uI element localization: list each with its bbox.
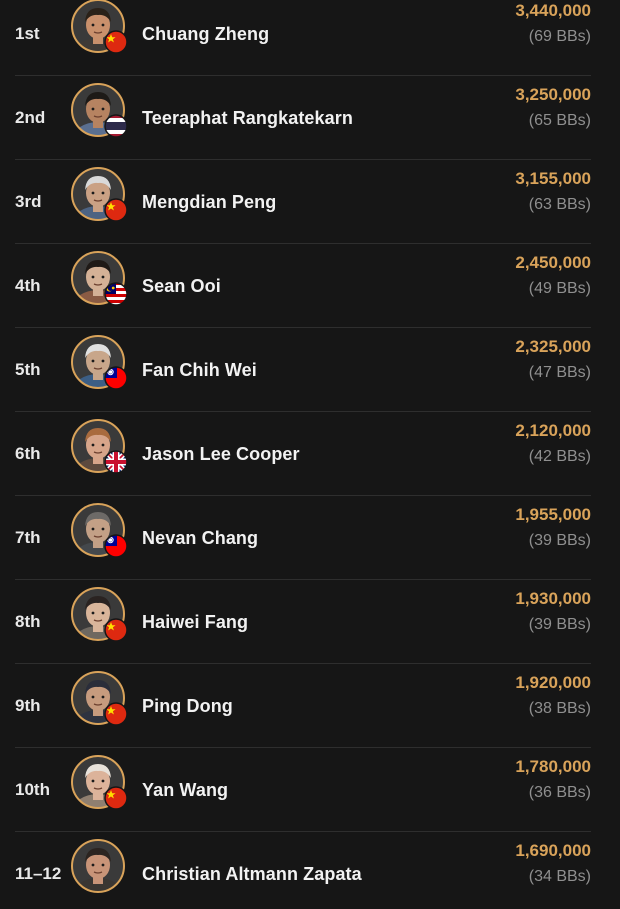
player-rank: 9th bbox=[15, 696, 41, 715]
player-rank: 1st bbox=[15, 24, 40, 43]
player-name[interactable]: Christian Altmann Zapata bbox=[142, 832, 362, 909]
big-blinds-count: (65 BBs) bbox=[528, 112, 591, 129]
chip-count: 2,120,000 bbox=[515, 421, 591, 440]
big-blinds-count: (69 BBs) bbox=[528, 28, 591, 45]
player-rank: 3rd bbox=[15, 192, 42, 211]
big-blinds-count: (63 BBs) bbox=[528, 196, 591, 213]
taiwan-flag-icon bbox=[104, 366, 128, 390]
player-row[interactable]: 7th Nevan Chang 1,955,000 (39 BBs) bbox=[0, 496, 620, 580]
player-row[interactable]: 10th Yan Wang 1,780,000 (36 BBs) bbox=[0, 748, 620, 832]
player-name[interactable]: Ping Dong bbox=[142, 664, 233, 748]
chip-counts-board: 1st Chuang Zheng 3,440,000 (69 BBs) 2nd Teera… bbox=[0, 0, 620, 909]
player-avatar[interactable] bbox=[70, 418, 128, 474]
chip-count: 1,690,000 bbox=[515, 841, 591, 860]
player-name[interactable]: Yan Wang bbox=[142, 748, 228, 832]
thailand-flag-icon bbox=[104, 114, 128, 138]
player-rank: 4th bbox=[15, 276, 41, 295]
player-rank: 8th bbox=[15, 612, 41, 631]
chip-count: 2,325,000 bbox=[515, 337, 591, 356]
player-rank: 10th bbox=[15, 780, 50, 799]
chip-count: 3,250,000 bbox=[515, 85, 591, 104]
player-name[interactable]: Teeraphat Rangkatekarn bbox=[142, 76, 353, 160]
player-avatar[interactable] bbox=[70, 754, 128, 810]
chip-count: 1,920,000 bbox=[515, 673, 591, 692]
player-avatar[interactable] bbox=[70, 334, 128, 390]
player-name[interactable]: Haiwei Fang bbox=[142, 580, 248, 664]
taiwan-flag-icon bbox=[104, 534, 128, 558]
player-avatar[interactable] bbox=[70, 502, 128, 558]
player-name[interactable]: Chuang Zheng bbox=[142, 0, 269, 76]
player-rank: 5th bbox=[15, 360, 41, 379]
player-rank: 2nd bbox=[15, 108, 46, 127]
player-avatar[interactable] bbox=[70, 82, 128, 138]
player-avatar[interactable] bbox=[70, 586, 128, 642]
player-row[interactable]: 11–12 Christian Altmann Zapata 1,690,000 (3… bbox=[0, 832, 620, 909]
player-avatar[interactable] bbox=[70, 838, 126, 894]
player-row[interactable]: 2nd Teeraphat Rangkatekarn 3,250,000 (65 BB… bbox=[0, 76, 620, 160]
player-name[interactable]: Mengdian Peng bbox=[142, 160, 276, 244]
chip-count: 3,155,000 bbox=[515, 169, 591, 188]
big-blinds-count: (47 BBs) bbox=[528, 364, 591, 381]
china-flag-icon bbox=[104, 786, 128, 810]
player-row[interactable]: 8th Haiwei Fang 1,930,000 (39 BBs) bbox=[0, 580, 620, 664]
player-row[interactable]: 4th Sean Ooi 2,450,000 (49 BBs) bbox=[0, 244, 620, 328]
malaysia-flag-icon bbox=[104, 282, 128, 306]
avatar-photo bbox=[71, 839, 125, 893]
chip-count: 2,450,000 bbox=[515, 253, 591, 272]
player-row[interactable]: 9th Ping Dong 1,920,000 (38 BBs) bbox=[0, 664, 620, 748]
player-avatar[interactable] bbox=[70, 670, 128, 726]
player-row[interactable]: 1st Chuang Zheng 3,440,000 (69 BBs) bbox=[0, 0, 620, 76]
player-name[interactable]: Fan Chih Wei bbox=[142, 328, 257, 412]
player-rank: 6th bbox=[15, 444, 41, 463]
chip-count: 1,780,000 bbox=[515, 757, 591, 776]
big-blinds-count: (34 BBs) bbox=[528, 868, 591, 885]
chip-count: 3,440,000 bbox=[515, 1, 591, 20]
uk-flag-icon bbox=[104, 450, 128, 474]
player-row[interactable]: 5th Fan Chih Wei 2,325,000 (47 BBs) bbox=[0, 328, 620, 412]
player-avatar[interactable] bbox=[70, 0, 128, 54]
big-blinds-count: (49 BBs) bbox=[528, 280, 591, 297]
player-name[interactable]: Sean Ooi bbox=[142, 244, 221, 328]
china-flag-icon bbox=[104, 198, 128, 222]
china-flag-icon bbox=[104, 30, 128, 54]
player-row[interactable]: 3rd Mengdian Peng 3,155,000 (63 BBs) bbox=[0, 160, 620, 244]
player-avatar[interactable] bbox=[70, 166, 128, 222]
big-blinds-count: (39 BBs) bbox=[528, 532, 591, 549]
china-flag-icon bbox=[104, 702, 128, 726]
player-name[interactable]: Jason Lee Cooper bbox=[142, 412, 300, 496]
big-blinds-count: (39 BBs) bbox=[528, 616, 591, 633]
player-row[interactable]: 6th Jason Lee Cooper 2,120,000 (42 BBs) bbox=[0, 412, 620, 496]
player-rank: 7th bbox=[15, 528, 41, 547]
player-rank: 11–12 bbox=[15, 864, 62, 883]
player-avatar[interactable] bbox=[70, 250, 128, 306]
player-name[interactable]: Nevan Chang bbox=[142, 496, 258, 580]
big-blinds-count: (36 BBs) bbox=[528, 784, 591, 801]
china-flag-icon bbox=[104, 618, 128, 642]
big-blinds-count: (38 BBs) bbox=[528, 700, 591, 717]
chip-count: 1,930,000 bbox=[515, 589, 591, 608]
chip-count: 1,955,000 bbox=[515, 505, 591, 524]
big-blinds-count: (42 BBs) bbox=[528, 448, 591, 465]
